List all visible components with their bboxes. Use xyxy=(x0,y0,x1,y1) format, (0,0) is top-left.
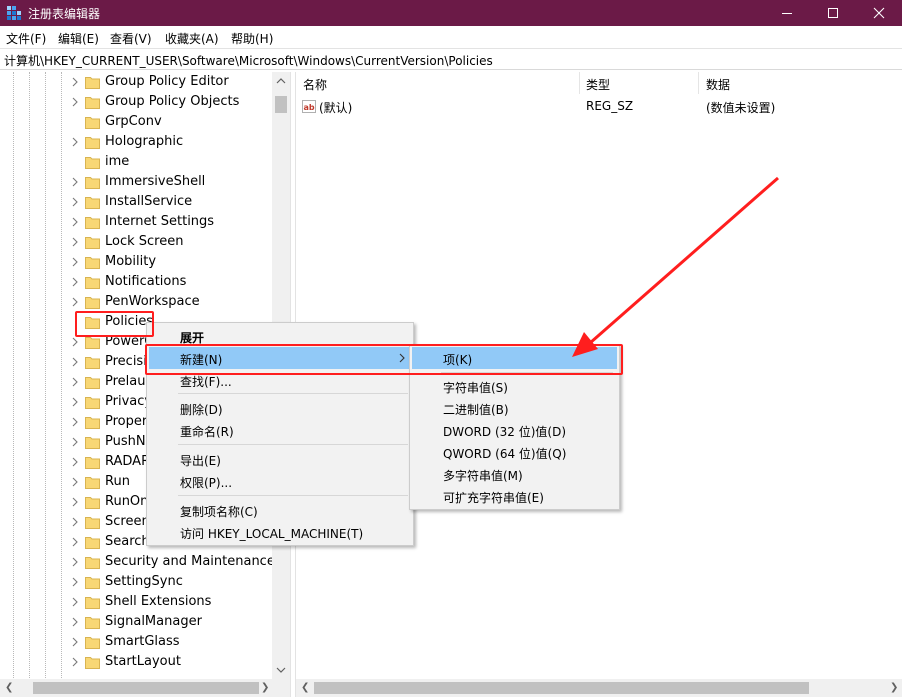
annotation-arrow xyxy=(572,176,779,357)
